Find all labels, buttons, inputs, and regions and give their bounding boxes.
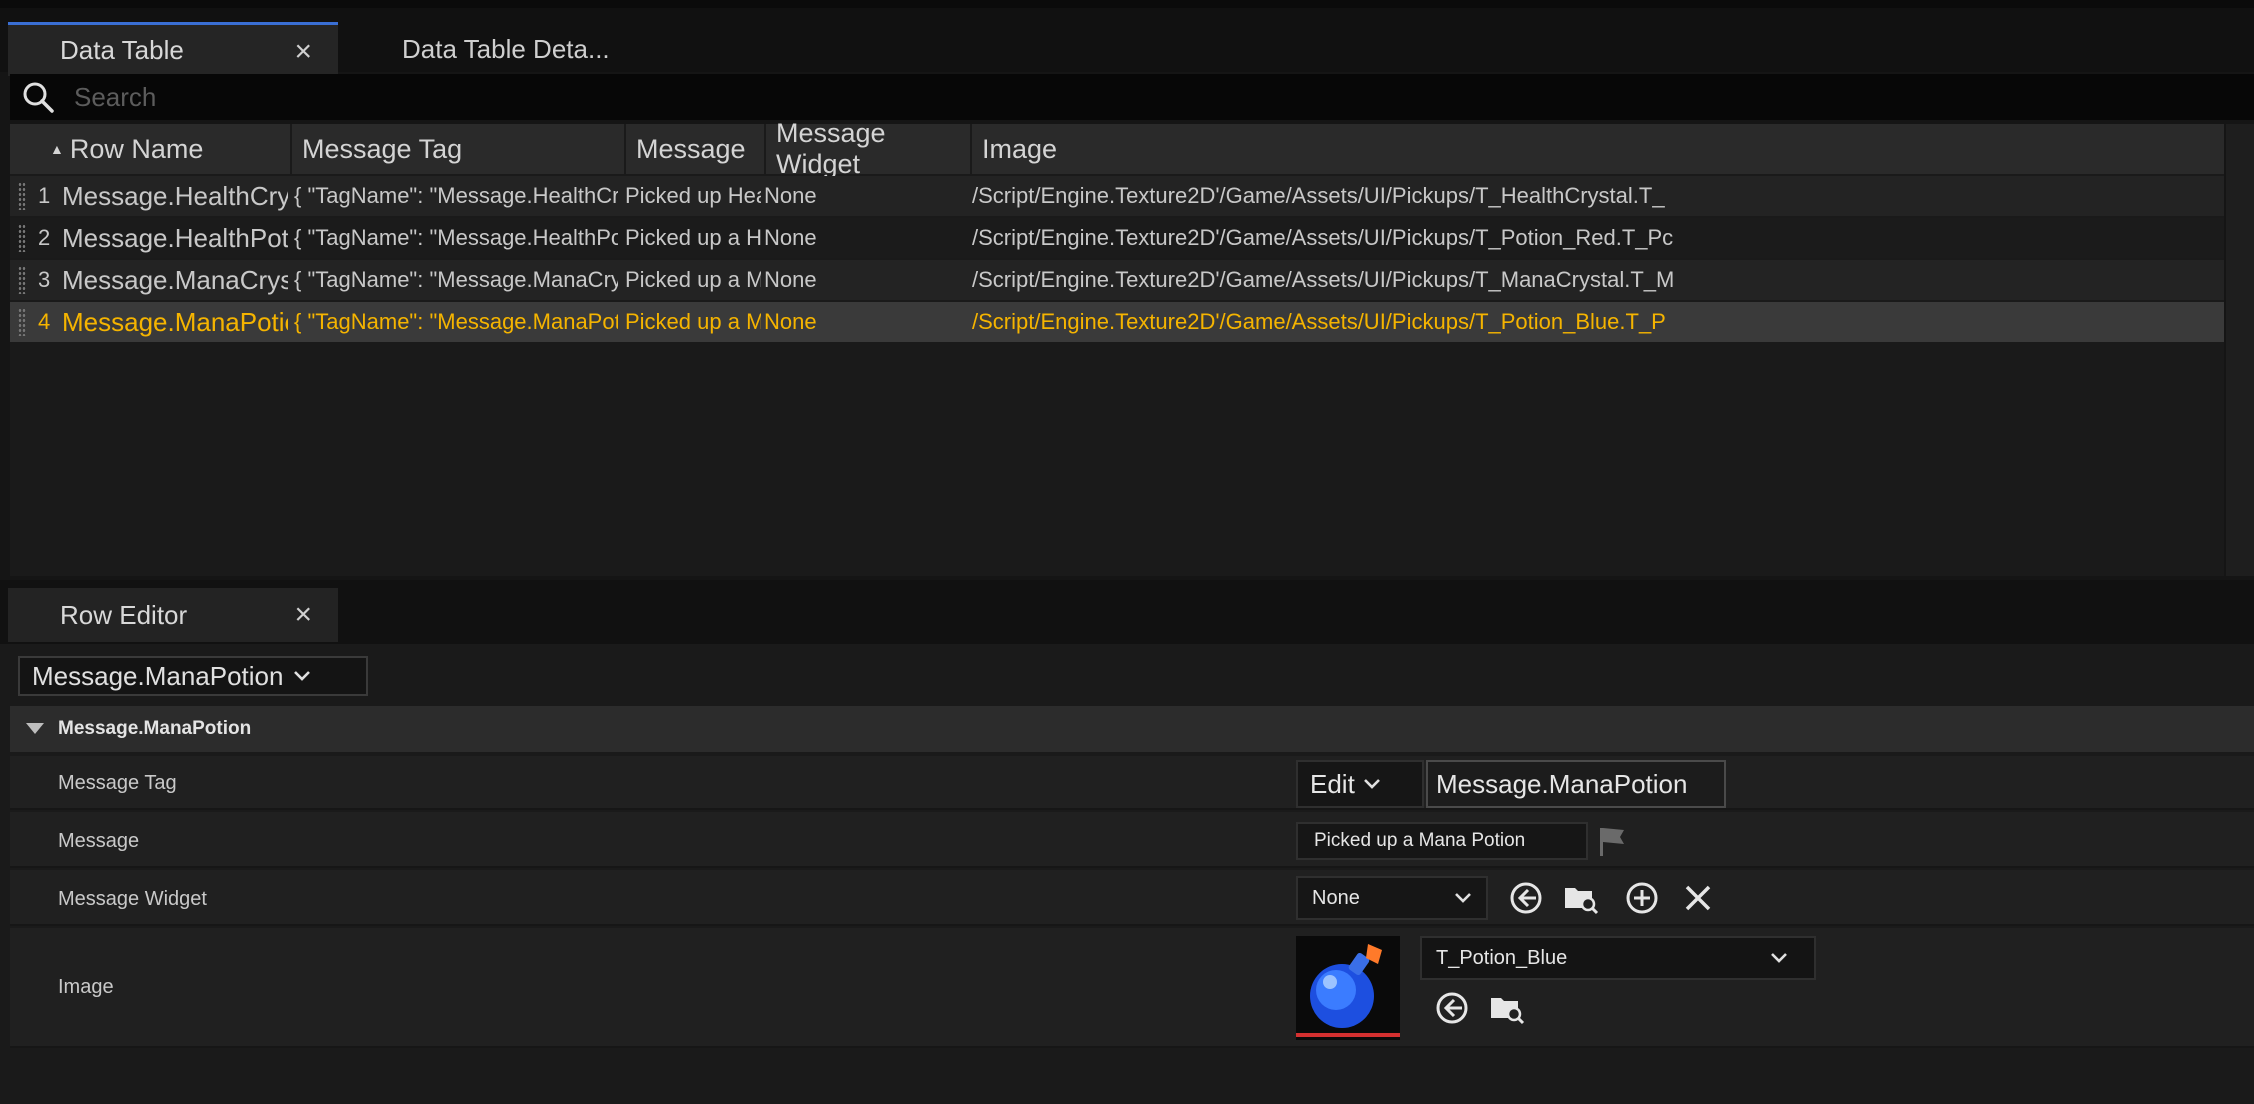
message-tag-cell: { "TagName": "Message.HealthCrystal" } [294,183,618,208]
message-tag-cell: { "TagName": "Message.ManaCrystal" } [294,267,618,292]
column-header-image[interactable]: Image [970,124,2224,174]
drag-handle-icon[interactable] [18,182,26,210]
tab-data-table-label: Data Table [60,35,184,65]
image-asset-dropdown[interactable]: T_Potion_Blue [1420,936,1816,980]
table-row[interactable]: 1 Message.HealthCrystal { "TagName": "Me… [10,176,2224,216]
row-index: 1 [38,183,51,208]
row-index: 3 [38,267,51,292]
row-select-value: Message.ManaPotion [32,660,284,691]
data-table: ▲ Row Name Message Tag Message Message W… [10,118,2224,576]
message-tag-cell: { "TagName": "Message.HealthPotion" } [294,225,618,250]
section-title: Message.ManaPotion [58,718,252,739]
search-input[interactable] [72,80,1576,114]
property-row-image: Image T_Potion_Blue [10,928,2254,1048]
title-strip [0,0,2254,8]
column-header-message-tag[interactable]: Message Tag [290,124,624,174]
clear-icon[interactable] [1682,882,1714,914]
column-header-message-widget[interactable]: Message Widget [764,118,970,179]
search-icon [23,82,54,113]
message-widget-dropdown[interactable]: None [1296,876,1488,920]
message-widget-cell: None [764,267,817,292]
tab-data-table[interactable]: Data Table × [8,22,338,76]
property-row-message: Message Picked up a Mana Potion [10,812,2254,868]
texture-thumbnail[interactable] [1296,936,1400,1040]
column-header-label: Message [636,133,746,164]
drag-handle-icon[interactable] [18,308,26,336]
struct-section-header[interactable]: Message.ManaPotion [10,706,2254,752]
row-name-cell: Message.HealthPotion [62,222,288,253]
chevron-down-icon [294,671,311,681]
image-cell: /Script/Engine.Texture2D'/Game/Assets/UI… [972,309,1666,334]
row-name-cell: Message.HealthCrystal [62,180,288,211]
column-header-label: Message Tag [302,133,463,164]
document-tab-bar: Data Table × Data Table Deta... [0,8,2254,76]
property-label: Message Tag [58,772,177,794]
property-row-message-widget: Message Widget None [10,870,2254,926]
message-cell: Picked up Healt [625,183,761,208]
flag-icon[interactable] [1596,824,1628,858]
browse-folder-icon[interactable] [1488,990,1526,1026]
browse-folder-icon[interactable] [1562,880,1600,916]
property-label: Message Widget [58,888,207,910]
table-header: ▲ Row Name Message Tag Message Message W… [10,118,2224,179]
chevron-down-icon [1363,779,1380,789]
drag-handle-icon[interactable] [18,266,26,294]
message-text-field[interactable]: Picked up a Mana Potion [1296,822,1588,860]
column-header-label: Image [982,133,1058,164]
table-row[interactable]: 3 Message.ManaCrystal { "TagName": "Mess… [10,260,2224,300]
table-scrollbar[interactable] [2226,124,2254,576]
image-cell: /Script/Engine.Texture2D'/Game/Assets/UI… [972,183,1665,208]
row-name-cell: Message.ManaPotion [62,306,288,337]
message-widget-cell: None [764,309,817,334]
tag-value-text: Message.ManaPotion [1436,768,1688,799]
search-bar [10,74,2254,120]
chevron-down-icon [1771,953,1787,963]
tab-row-editor-label: Row Editor [60,599,188,630]
message-tag-value[interactable]: Message.ManaPotion [1426,760,1726,808]
column-header-message[interactable]: Message [624,124,764,174]
close-icon[interactable]: × [294,598,312,632]
close-icon[interactable]: × [294,35,312,69]
message-cell: Picked up a Hea [625,225,761,250]
use-selected-icon[interactable] [1434,990,1470,1026]
collapse-arrow-icon[interactable] [24,721,46,737]
column-header-label: Message Widget [776,118,886,179]
property-label: Message [58,830,140,852]
message-widget-cell: None [764,183,817,208]
message-cell: Picked up a Mar [625,309,761,334]
column-header-row-name[interactable]: ▲ Row Name [34,124,292,174]
row-name-cell: Message.ManaCrystal [62,264,288,295]
tab-data-table-details[interactable]: Data Table Deta... [352,22,682,76]
add-icon[interactable] [1624,880,1660,916]
row-index: 4 [38,309,51,334]
column-header-label: Row Name [69,133,204,164]
message-tag-cell: { "TagName": "Message.ManaPotion" } [294,309,618,334]
message-text-value: Picked up a Mana Potion [1314,830,1526,851]
potion-thumbnail-image [1296,936,1400,1040]
table-row-selected[interactable]: 4 Message.ManaPotion { "TagName": "Messa… [10,302,2224,342]
row-editor-tab-bar: Row Editor × [0,580,2254,644]
sort-ascending-icon: ▲ [50,141,64,157]
image-asset-value: T_Potion_Blue [1436,946,1568,969]
property-row-message-tag: Message Tag Edit Message.ManaPotion [10,756,2254,810]
message-cell: Picked up a Mar [625,267,761,292]
tab-row-editor[interactable]: Row Editor × [8,588,338,642]
drag-handle-icon[interactable] [18,224,26,252]
property-label: Image [58,976,114,998]
image-cell: /Script/Engine.Texture2D'/Game/Assets/UI… [972,225,1674,250]
image-cell: /Script/Engine.Texture2D'/Game/Assets/UI… [972,267,1675,292]
edit-label: Edit [1310,768,1355,799]
message-widget-cell: None [764,225,817,250]
use-selected-icon[interactable] [1508,880,1544,916]
row-index: 2 [38,225,51,250]
widget-value: None [1312,886,1360,909]
edit-tag-dropdown[interactable]: Edit [1296,760,1424,808]
tab-details-label: Data Table Deta... [402,33,610,64]
row-select-dropdown[interactable]: Message.ManaPotion [18,656,368,696]
table-row[interactable]: 2 Message.HealthPotion { "TagName": "Mes… [10,218,2224,258]
chevron-down-icon [1455,893,1471,903]
